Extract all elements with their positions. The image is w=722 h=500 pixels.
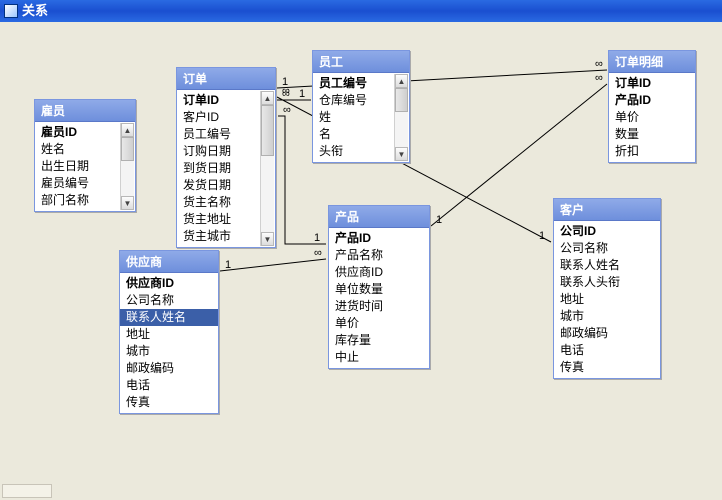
field-item[interactable]: 城市 xyxy=(120,343,218,360)
field-item[interactable]: 订单ID xyxy=(609,75,695,92)
field-item[interactable]: 地址 xyxy=(554,291,660,308)
field-item[interactable]: 邮政编码 xyxy=(554,325,660,342)
field-item[interactable]: 产品ID xyxy=(329,230,429,247)
window-title: 关系 xyxy=(22,3,48,18)
field-item[interactable]: 联系人姓名 xyxy=(120,309,218,326)
table-body: 公司ID公司名称联系人姓名联系人头衔地址城市邮政编码电话传真 xyxy=(554,221,660,378)
app-icon xyxy=(4,4,18,18)
scroll-up-button[interactable]: ▲ xyxy=(395,74,408,88)
table-customer[interactable]: 客户公司ID公司名称联系人姓名联系人头衔地址城市邮政编码电话传真 xyxy=(553,198,661,379)
vertical-scrollbar[interactable]: ▲▼ xyxy=(260,91,274,246)
field-item[interactable]: 产品ID xyxy=(609,92,695,109)
table-body: 雇员ID姓名出生日期雇员编号部门名称▲▼ xyxy=(35,122,135,211)
scroll-track[interactable] xyxy=(261,105,274,232)
field-item[interactable]: 电话 xyxy=(120,377,218,394)
field-item[interactable]: 中止 xyxy=(329,349,429,366)
scroll-up-button[interactable]: ▲ xyxy=(121,123,134,137)
table-product[interactable]: 产品产品ID产品名称供应商ID单位数量进货时间单价库存量中止 xyxy=(328,205,430,369)
scroll-thumb[interactable] xyxy=(121,137,134,161)
field-item[interactable]: 折扣 xyxy=(609,143,695,160)
table-header[interactable]: 订单 xyxy=(177,68,275,90)
field-item[interactable]: 联系人姓名 xyxy=(554,257,660,274)
svg-text:1: 1 xyxy=(299,88,305,100)
field-item[interactable]: 电话 xyxy=(554,342,660,359)
table-order[interactable]: 订单订单ID客户ID员工编号订购日期到货日期发货日期货主名称货主地址货主城市▲▼ xyxy=(176,67,276,248)
table-header[interactable]: 员工 xyxy=(313,51,409,73)
table-employee_jp[interactable]: 雇员雇员ID姓名出生日期雇员编号部门名称▲▼ xyxy=(34,99,136,212)
vertical-scrollbar[interactable]: ▲▼ xyxy=(120,123,134,210)
scroll-track[interactable] xyxy=(121,137,134,196)
field-item[interactable]: 传真 xyxy=(554,359,660,376)
scroll-down-button[interactable]: ▼ xyxy=(395,147,408,161)
svg-text:1: 1 xyxy=(225,259,231,271)
field-item[interactable]: 单位数量 xyxy=(329,281,429,298)
field-item[interactable]: 库存量 xyxy=(329,332,429,349)
vertical-scrollbar[interactable]: ▲▼ xyxy=(394,74,408,161)
field-item[interactable]: 单价 xyxy=(609,109,695,126)
field-item[interactable]: 地址 xyxy=(120,326,218,343)
table-order_detail[interactable]: 订单明细订单ID产品ID单价数量折扣 xyxy=(608,50,696,163)
table-body: 产品ID产品名称供应商ID单位数量进货时间单价库存量中止 xyxy=(329,228,429,368)
svg-text:∞: ∞ xyxy=(283,104,291,116)
scroll-down-button[interactable]: ▼ xyxy=(121,196,134,210)
field-item[interactable]: 公司名称 xyxy=(120,292,218,309)
svg-text:∞: ∞ xyxy=(282,85,290,97)
window-titlebar[interactable]: 关系 xyxy=(0,0,722,22)
svg-text:1: 1 xyxy=(282,76,288,88)
field-item[interactable]: 供应商ID xyxy=(329,264,429,281)
scroll-thumb[interactable] xyxy=(395,88,408,112)
field-item[interactable]: 公司ID xyxy=(554,223,660,240)
table-header[interactable]: 雇员 xyxy=(35,100,135,122)
table-staff[interactable]: 员工员工编号仓库编号姓名头衔▲▼ xyxy=(312,50,410,163)
status-bar xyxy=(2,484,52,498)
svg-text:∞: ∞ xyxy=(595,72,603,84)
table-body: 员工编号仓库编号姓名头衔▲▼ xyxy=(313,73,409,162)
scroll-thumb[interactable] xyxy=(261,105,274,156)
field-item[interactable]: 传真 xyxy=(120,394,218,411)
svg-text:∞: ∞ xyxy=(314,247,322,259)
table-body: 订单ID产品ID单价数量折扣 xyxy=(609,73,695,162)
table-supplier[interactable]: 供应商供应商ID公司名称联系人姓名地址城市邮政编码电话传真 xyxy=(119,250,219,414)
table-body: 订单ID客户ID员工编号订购日期到货日期发货日期货主名称货主地址货主城市▲▼ xyxy=(177,90,275,247)
svg-text:∞: ∞ xyxy=(595,58,603,70)
field-item[interactable]: 公司名称 xyxy=(554,240,660,257)
svg-text:1: 1 xyxy=(314,232,320,244)
svg-text:∞: ∞ xyxy=(282,88,290,100)
scroll-down-button[interactable]: ▼ xyxy=(261,232,274,246)
field-item[interactable]: 数量 xyxy=(609,126,695,143)
field-item[interactable]: 联系人头衔 xyxy=(554,274,660,291)
scroll-up-button[interactable]: ▲ xyxy=(261,91,274,105)
field-item[interactable]: 产品名称 xyxy=(329,247,429,264)
scroll-track[interactable] xyxy=(395,88,408,147)
table-header[interactable]: 客户 xyxy=(554,199,660,221)
field-item[interactable]: 单价 xyxy=(329,315,429,332)
table-header[interactable]: 供应商 xyxy=(120,251,218,273)
svg-text:1: 1 xyxy=(539,230,545,242)
table-header[interactable]: 订单明细 xyxy=(609,51,695,73)
diagram-canvas[interactable]: ∞11∞∞1∞11∞1∞ 雇员雇员ID姓名出生日期雇员编号部门名称▲▼订单订单I… xyxy=(0,22,722,500)
field-item[interactable]: 进货时间 xyxy=(329,298,429,315)
field-item[interactable]: 邮政编码 xyxy=(120,360,218,377)
field-item[interactable]: 供应商ID xyxy=(120,275,218,292)
field-item[interactable]: 城市 xyxy=(554,308,660,325)
svg-text:1: 1 xyxy=(436,214,442,226)
table-body: 供应商ID公司名称联系人姓名地址城市邮政编码电话传真 xyxy=(120,273,218,413)
table-header[interactable]: 产品 xyxy=(329,206,429,228)
